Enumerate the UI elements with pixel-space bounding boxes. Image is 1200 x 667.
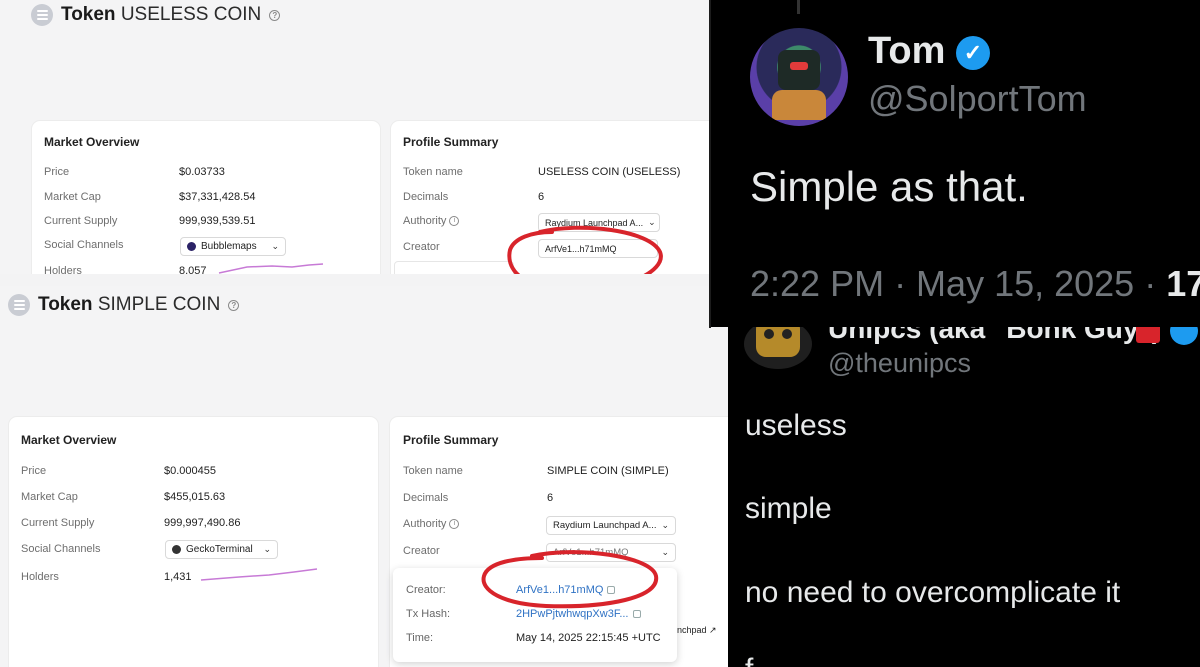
supply-label: Current Supply: [21, 517, 95, 529]
decimals-label: Decimals: [403, 492, 449, 504]
tweet-line-3: no need to overcomplicate it: [745, 576, 1121, 609]
help-icon[interactable]: ?: [269, 9, 281, 21]
authority-select-value: Raydium Launchpad A...: [553, 520, 657, 531]
tweet-author-name[interactable]: Tom ✓: [868, 30, 990, 73]
tweet-text: Simple as that.: [750, 163, 1028, 210]
popup-creator-label: Creator:: [406, 584, 446, 596]
creator-label: Creator: [403, 241, 440, 253]
price-label: Price: [44, 166, 70, 178]
unipcs-avatar[interactable]: [744, 327, 812, 369]
verified-badge-icon: [1170, 327, 1198, 345]
social-channels-select[interactable]: Bubblemaps ⌄: [180, 237, 286, 256]
token-logo-icon: [31, 4, 53, 26]
token-name-value: SIMPLE COIN (SIMPLE): [547, 465, 669, 477]
card-title: Market Overview: [44, 135, 140, 149]
tweet-line-2: simple: [745, 492, 832, 525]
popup-edge: [394, 261, 514, 274]
divider: [709, 0, 711, 328]
tweet-line-1: useless: [745, 409, 847, 442]
info-icon[interactable]: i: [449, 519, 460, 530]
useless-coin-panel: Token USELESS COIN ? Market Overview Pri…: [0, 0, 712, 274]
holders-sparkline: [200, 568, 318, 581]
card-title: Profile Summary: [403, 135, 499, 149]
view-count-partial: 17: [1166, 263, 1200, 304]
market-cap-value: $37,331,428.54: [179, 191, 256, 203]
decimals-value: 6: [547, 492, 554, 504]
supply-value: 999,997,490.86: [164, 517, 241, 529]
tweet-cut-text: f: [745, 653, 753, 667]
supply-label: Current Supply: [44, 215, 118, 227]
authority-label: Authority i: [403, 215, 460, 227]
help-icon[interactable]: ?: [228, 299, 240, 311]
authority-label: Authority i: [403, 518, 460, 530]
token-header: Token SIMPLE COIN ?: [8, 294, 240, 316]
supply-value: 999,939,539.51: [179, 215, 256, 227]
market-cap-label: Market Cap: [44, 191, 101, 203]
chevron-down-icon: ⌄: [661, 520, 670, 530]
holders-value: 1,431: [164, 571, 192, 583]
info-icon[interactable]: i: [449, 216, 460, 227]
token-name-value: USELESS COIN (USELESS): [538, 166, 681, 178]
price-value: $0.000455: [164, 465, 216, 477]
token-name-label: Token name: [403, 465, 463, 477]
chevron-down-icon: ⌄: [271, 241, 279, 251]
red-annotation-circle: [481, 550, 659, 609]
market-overview-card: Market Overview Price $0.03733 Market Ca…: [32, 121, 380, 274]
price-value: $0.03733: [179, 166, 225, 178]
price-label: Price: [21, 465, 47, 477]
launchpad-link[interactable]: nchpad ↗: [677, 625, 717, 636]
tweet-handle[interactable]: @SolportTom: [868, 78, 1087, 120]
holders-label: Holders: [44, 265, 82, 274]
token-header: Token USELESS COIN ?: [31, 4, 281, 26]
geckoterminal-icon: [172, 545, 181, 554]
social-label: Social Channels: [21, 543, 101, 555]
popup-time-value: May 14, 2025 22:15:45 +UTC: [516, 632, 661, 644]
market-cap-label: Market Cap: [21, 491, 78, 503]
holders-label: Holders: [21, 571, 59, 583]
tweet-author-name[interactable]: Unipcs (aka "Bonk Guy"): [828, 327, 1161, 345]
thread-line: [797, 0, 800, 14]
simple-coin-panel: Token SIMPLE COIN ? Market Overview Pric…: [0, 286, 728, 667]
tom-avatar[interactable]: [750, 28, 848, 126]
page-title: Token USELESS COIN: [61, 4, 262, 25]
tweet-unipcs: Unipcs (aka "Bonk Guy") @theunipcs usele…: [728, 327, 1200, 667]
holders-value: 8,057: [179, 265, 207, 274]
social-select-value: Bubblemaps: [201, 241, 257, 252]
tweet-timestamp[interactable]: 2:22 PM · May 15, 2025 · 17: [750, 263, 1200, 305]
bubblemaps-icon: [187, 242, 196, 251]
gift-emoji-icon: [1136, 327, 1160, 343]
social-label: Social Channels: [44, 239, 124, 251]
page-title: Token SIMPLE COIN: [38, 294, 221, 315]
market-overview-card: Market Overview Price $0.000455 Market C…: [9, 417, 378, 667]
popup-time-label: Time:: [406, 632, 434, 644]
token-logo-icon: [8, 294, 30, 316]
verified-badge-icon: ✓: [955, 35, 990, 70]
card-title: Market Overview: [21, 433, 117, 447]
decimals-label: Decimals: [403, 191, 449, 203]
authority-select[interactable]: Raydium Launchpad A... ⌄: [546, 516, 676, 535]
external-link-icon: ↗: [709, 625, 717, 635]
market-cap-value: $455,015.63: [164, 491, 226, 503]
card-title: Profile Summary: [403, 433, 499, 447]
tweet-tom: Tom ✓ @SolportTom Simple as that. 2:22 P…: [710, 0, 1200, 327]
red-annotation-circle: [507, 225, 663, 274]
chevron-down-icon: ⌄: [263, 544, 271, 554]
token-name-label: Token name: [403, 166, 463, 178]
creator-label: Creator: [403, 545, 440, 557]
holders-sparkline: [218, 263, 324, 274]
chevron-down-icon: ⌄: [661, 547, 669, 557]
social-select-value: GeckoTerminal: [186, 544, 253, 555]
tweet-handle[interactable]: @theunipcs: [828, 348, 971, 379]
popup-tx-label: Tx Hash:: [406, 608, 451, 620]
decimals-value: 6: [538, 191, 545, 203]
social-channels-select[interactable]: GeckoTerminal ⌄: [165, 540, 278, 559]
